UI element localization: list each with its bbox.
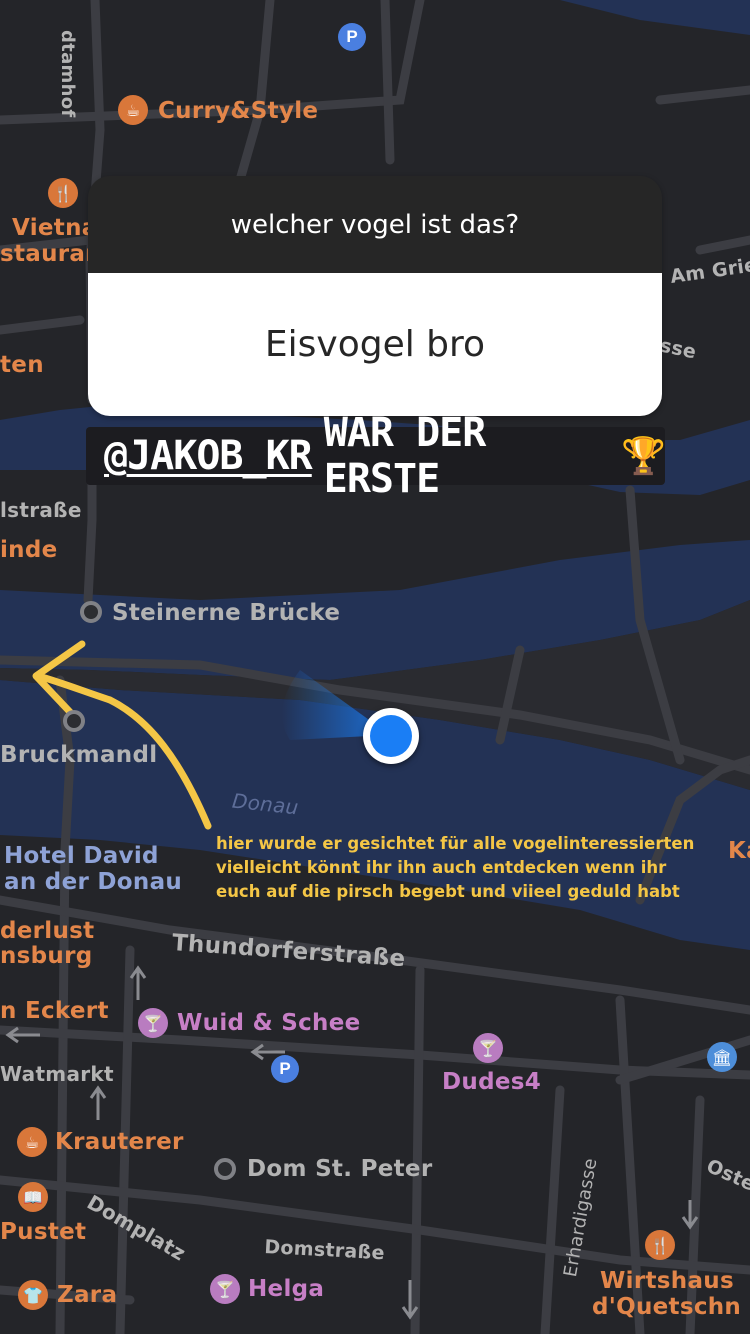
cafe-icon[interactable]: ☕ — [17, 1127, 47, 1157]
map-label-hotel-david-2[interactable]: an der Donau — [4, 869, 182, 895]
map-label-dtamhof: dtamhof — [57, 30, 78, 118]
map-label-lstrasse: lstraße — [0, 498, 82, 522]
bar-icon[interactable]: 🍸 — [473, 1033, 503, 1063]
question-text: welcher vogel ist das? — [88, 176, 662, 273]
story-caption: hier wurde er gesichtet für alle vogelin… — [216, 832, 694, 904]
map-label-nsburg[interactable]: nsburg — [0, 943, 93, 969]
station-icon[interactable] — [80, 601, 102, 623]
shirt-icon[interactable]: 👕 — [18, 1280, 48, 1310]
answer-text: Eisvogel bro — [88, 273, 662, 416]
bar-icon[interactable]: 🍸 — [210, 1274, 240, 1304]
map-label-wirtshaus-2[interactable]: d'Quetschn — [592, 1294, 741, 1320]
location-dot-inner — [370, 715, 412, 757]
parking-icon[interactable]: P — [338, 23, 366, 51]
map-label-wirtshaus-1[interactable]: Wirtshaus — [600, 1268, 734, 1294]
map-label-pustet[interactable]: Pustet — [0, 1219, 86, 1245]
station-icon[interactable] — [214, 1158, 236, 1180]
map-label-dom-st-peter[interactable]: Dom St. Peter — [247, 1156, 432, 1182]
map-label-helga[interactable]: Helga — [248, 1276, 324, 1302]
station-icon[interactable] — [63, 710, 85, 732]
bar-icon[interactable]: 🍸 — [138, 1008, 168, 1038]
museum-icon[interactable]: 🏛 — [707, 1042, 737, 1072]
user-mention[interactable]: @JAKOB_KR — [104, 433, 313, 479]
map-label-derlust[interactable]: derlust — [0, 918, 94, 944]
map-label-wuid-schee[interactable]: Wuid & Schee — [177, 1010, 361, 1036]
map-label-vietna[interactable]: Vietna — [12, 215, 98, 241]
book-icon[interactable]: 📖 — [18, 1182, 48, 1212]
map-label-zara[interactable]: Zara — [57, 1282, 117, 1308]
winner-banner: @JAKOB_KR WAR DER ERSTE 🏆 — [86, 410, 666, 502]
question-sticker[interactable]: welcher vogel ist das? Eisvogel bro — [88, 176, 662, 416]
location-dot-icon[interactable] — [363, 708, 419, 764]
caption-line: hier wurde er gesichtet für alle vogelin… — [216, 834, 695, 853]
map-label-ka[interactable]: Ka — [728, 838, 750, 864]
map-label-ten[interactable]: ten — [0, 352, 44, 378]
winner-text: WAR DER ERSTE — [323, 410, 487, 502]
map-label-krauterer[interactable]: Krauterer — [55, 1129, 184, 1155]
story-screen: dtamhof P ☕ Curry&Style 🍴 Vietna stauran… — [0, 0, 750, 1334]
map-label-hotel-david-1[interactable]: Hotel David — [4, 843, 159, 869]
restaurant-icon[interactable]: 🍴 — [645, 1230, 675, 1260]
cafe-icon[interactable]: ☕ — [118, 95, 148, 125]
map-label-bruckmandl[interactable]: Bruckmandl — [0, 742, 157, 768]
caption-line: euch auf die pirsch begebt und viieel ge… — [216, 882, 680, 901]
map-label-inde[interactable]: inde — [0, 537, 58, 563]
trophy-icon: 🏆 — [621, 436, 666, 477]
caption-line: vielleicht könnt ihr ihn auch entdecken … — [216, 858, 667, 877]
map-label-curry-style[interactable]: Curry&Style — [158, 98, 318, 124]
map-label-watmarkt: Watmarkt — [0, 1062, 114, 1086]
map-label-n-eckert[interactable]: n Eckert — [0, 998, 109, 1024]
map-label-dudes4[interactable]: Dudes4 — [442, 1069, 541, 1095]
restaurant-icon[interactable]: 🍴 — [48, 178, 78, 208]
map-label-steinerne-bruecke[interactable]: Steinerne Brücke — [112, 600, 340, 626]
parking-icon[interactable]: P — [271, 1055, 299, 1083]
